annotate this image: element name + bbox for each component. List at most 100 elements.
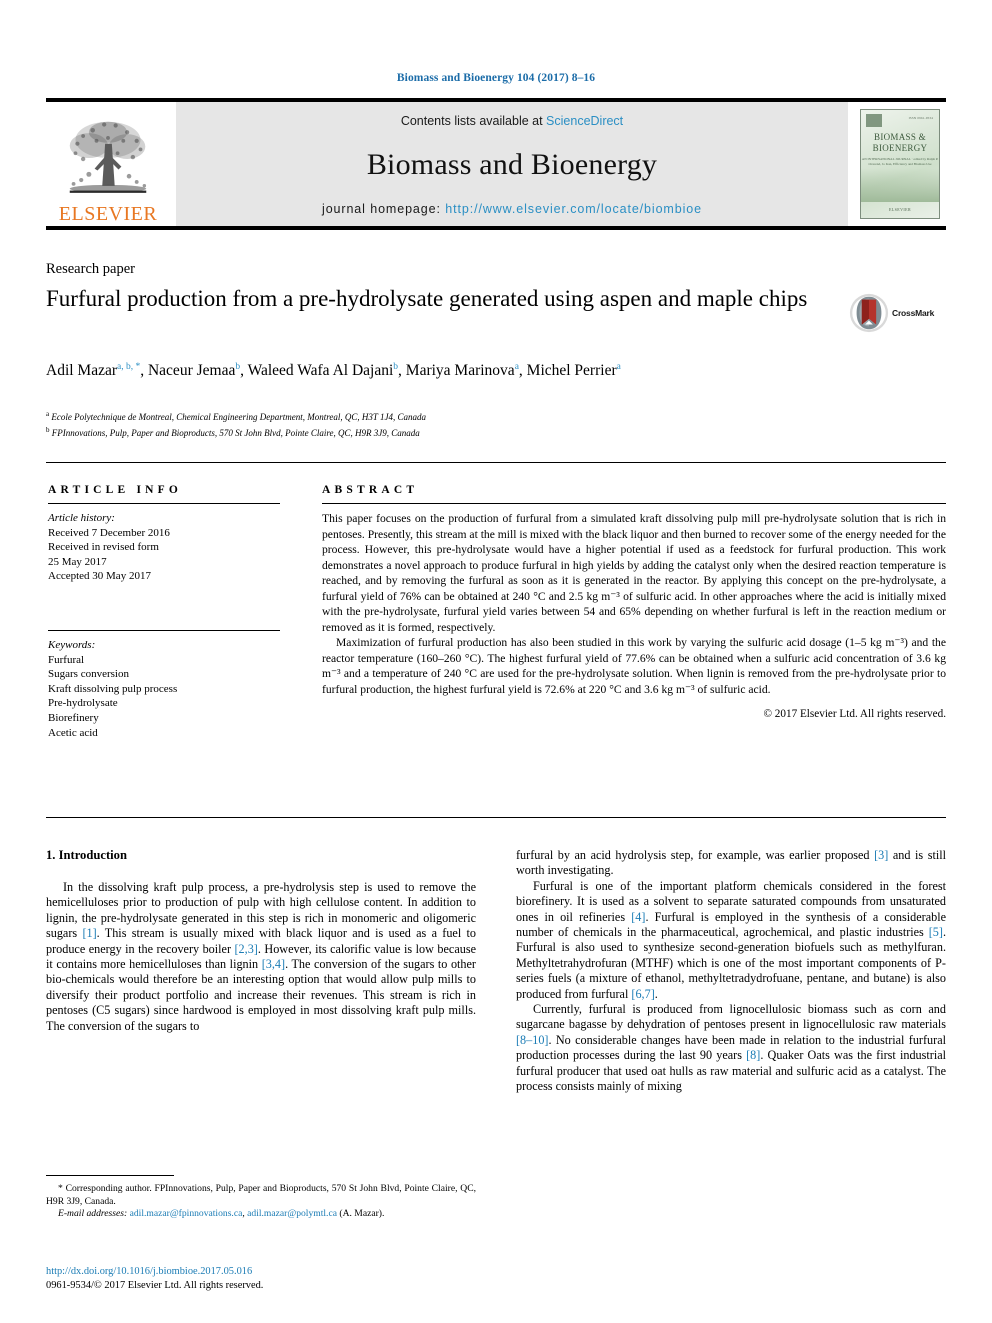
citation-ref[interactable]: [1] [82,926,96,940]
crossmark-icon[interactable] [848,292,890,334]
author-entry: Michel Perriera [527,362,621,379]
journal-title: Biomass and Bioenergy [366,148,658,181]
author-name: Naceur Jemaa [147,362,236,380]
journal-homepage-line: journal homepage: http://www.elsevier.co… [322,202,702,216]
keyword-item: Acetic acid [48,726,98,739]
author-marks: a [616,362,621,372]
elsevier-logo: ELSEVIER [46,102,170,226]
email-link-1[interactable]: adil.mazar@fpinnovations.ca [130,1208,243,1219]
cover-artwork [861,168,939,202]
author-marks: b [393,362,399,372]
cover-issn: ISSN 0961-9534 [908,116,933,120]
abstract-copyright: © 2017 Elsevier Ltd. All rights reserved… [763,708,947,720]
citation-ref[interactable]: [5] [929,925,943,939]
keyword-item: Sugars conversion [48,668,129,681]
crossmark-label: CrossMark [892,308,935,318]
footnote-rule [46,1175,174,1176]
author-marks: a [514,362,519,372]
abstract-paragraph-1: This paper focuses on the production of … [322,512,946,634]
article-history-block: Article history: Received 7 December 201… [48,511,280,584]
page-footer: http://dx.doi.org/10.1016/j.biombioe.201… [46,1265,546,1293]
citation-ref[interactable]: [8] [746,1048,760,1062]
author-entry: Naceur Jemaab [148,362,240,379]
cover-subtitle: AN INTERNATIONAL JOURNAL · edited by Ral… [861,157,939,166]
article-info-rule [48,503,280,504]
cover-title-line2: BIOENERGY [872,143,928,153]
cover-title: BIOMASS & BIOENERGY [861,132,939,154]
citation-ref[interactable]: [8–10] [516,1033,549,1047]
author-list: Adil Mazara, b, *, Naceur Jemaab, Waleed… [46,362,621,380]
intro-paragraph-continued: furfural by an acid hydrolysis step, for… [516,848,946,878]
affiliation-item: a Ecole Polytechnique de Montreal, Chemi… [46,408,846,424]
history-item: Accepted 30 May 2017 [48,570,151,583]
title-block: Furfural production from a pre-hydrolysa… [46,284,836,314]
email-addresses-note: E-mail addresses: adil.mazar@fpinnovatio… [58,1208,385,1220]
cover-publisher: ELSEVIER [888,207,912,212]
email-suffix: (A. Mazar). [339,1208,385,1220]
author-marks: b [235,362,241,372]
cover-logo-mark [866,114,882,127]
masthead-center-panel: Contents lists available at ScienceDirec… [176,102,848,226]
info-zone-top-rule [46,462,946,463]
email-link-2[interactable]: adil.mazar@polymtl.ca [247,1208,337,1219]
citation-ref[interactable]: [3,4] [262,957,285,971]
author-name: Mariya Marinova [405,362,515,380]
abstract-body: This paper focuses on the production of … [322,511,946,697]
affiliation-list: a Ecole Polytechnique de Montreal, Chemi… [46,408,846,440]
journal-homepage-link[interactable]: http://www.elsevier.com/locate/biombioe [445,202,702,216]
abstract-rule [322,503,946,504]
citation-ref[interactable]: [3] [874,848,888,862]
history-item: Received 7 December 2016 [48,526,170,539]
body-column-left: 1. Introduction In the dissolving kraft … [46,848,476,1034]
history-item: Received in revised form [48,541,159,554]
author-entry: Mariya Marinovaa [406,362,519,379]
citation-ref[interactable]: [2,3] [235,942,258,956]
corresponding-author-note: * Corresponding author. FPInnovations, P… [46,1183,476,1207]
contents-available-line: Contents lists available at ScienceDirec… [401,114,623,128]
abstract-paragraph-2: Maximization of furfural production has … [322,636,946,696]
intro-paragraph-2: Furfural is one of the important platfor… [516,878,946,1001]
affiliation-mark: b [46,426,50,434]
cover-image: ISSN 0961-9534 BIOMASS & BIOENERGY AN IN… [860,109,940,219]
author-entry: Waleed Wafa Al Dajanib [248,362,398,379]
author-name: Michel Perrier [526,362,617,380]
running-head: Biomass and Bioenergy 104 (2017) 8–16 [396,72,596,84]
keywords-block: Keywords: Furfural Sugars conversion Kra… [48,629,280,740]
elsevier-wordmark: ELSEVIER [58,203,158,225]
author-name: Adil Mazar [46,362,118,380]
article-section-label: Research paper [46,261,135,277]
keyword-item: Furfural [48,653,85,666]
email-label: E-mail addresses: [58,1208,128,1220]
footnote-block: * Corresponding author. FPInnovations, P… [46,1175,476,1221]
author-marks: a, b, * [117,362,141,372]
author-name: Waleed Wafa Al Dajani [247,362,394,380]
affiliation-item: b FPInnovations, Pulp, Paper and Bioprod… [46,424,846,440]
journal-cover-thumbnail: ISSN 0961-9534 BIOMASS & BIOENERGY AN IN… [854,102,946,226]
author-entry: Adil Mazara, b, * [46,362,140,379]
homepage-prefix: journal homepage: [322,202,446,216]
journal-masthead: ELSEVIER Contents lists available at Sci… [46,98,946,230]
abstract-heading: ABSTRACT [322,484,419,496]
page-title: Furfural production from a pre-hydrolysa… [46,286,808,311]
affiliation-text: FPInnovations, Pulp, Paper and Bioproduc… [51,428,420,438]
crossmark-badge[interactable]: CrossMark [848,288,948,338]
affiliation-text: Ecole Polytechnique de Montreal, Chemica… [51,412,426,422]
abstract-column: ABSTRACT This paper focuses on the produ… [322,484,946,720]
affiliation-mark: a [46,410,50,418]
body-column-right: furfural by an acid hydrolysis step, for… [516,848,946,1095]
keywords-rule [48,629,280,631]
sciencedirect-link[interactable]: ScienceDirect [546,114,623,128]
keyword-item: Biorefinery [48,711,99,724]
contents-prefix: Contents lists available at [400,114,547,128]
citation-ref[interactable]: [4] [631,910,645,924]
issn-copyright-line: 0961-9534/© 2017 Elsevier Ltd. All right… [46,1280,264,1291]
intro-paragraph-3: Currently, furfural is produced from lig… [516,1002,947,1094]
article-info-column: ARTICLE INFO Article history: Received 7… [48,484,280,740]
elsevier-tree-icon [69,121,147,193]
info-zone-bottom-rule [46,817,946,818]
citation-ref[interactable]: [6,7] [631,987,654,1001]
doi-link[interactable]: http://dx.doi.org/10.1016/j.biombioe.201… [46,1265,546,1279]
keyword-item: Kraft dissolving pulp process [48,682,178,695]
introduction-heading: 1. Introduction [46,848,127,862]
article-page: Biomass and Bioenergy 104 (2017) 8–16 EL… [0,0,992,1323]
